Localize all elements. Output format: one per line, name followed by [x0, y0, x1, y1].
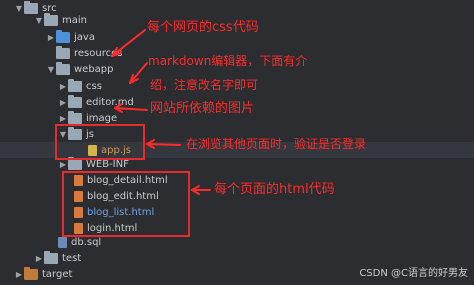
annotation-editor-line1: markdown编辑器，下面有介	[148, 54, 308, 68]
folder-icon	[56, 29, 70, 43]
folder-icon	[68, 78, 82, 92]
js-highlight-box	[55, 124, 145, 160]
folder-icon	[44, 250, 58, 264]
annotation-appjs: 在浏览其他页面时，验证是否登录	[186, 137, 367, 151]
html-files-highlight-box	[62, 171, 190, 237]
sql-file-icon	[58, 236, 67, 248]
folder-icon	[56, 61, 70, 75]
folder-icon	[44, 12, 58, 26]
annotation-html: 每个页面的html代码	[214, 182, 335, 197]
chevron-down-icon[interactable]: ▼	[34, 16, 44, 25]
folder-icon	[68, 156, 82, 170]
tree-label: editor.md	[86, 96, 134, 108]
tree-label: image	[86, 112, 118, 124]
chevron-right-icon[interactable]: ▶	[58, 82, 68, 91]
tree-label: target	[42, 268, 73, 280]
tree-label: css	[86, 80, 102, 92]
chevron-right-icon[interactable]: ▶	[58, 160, 68, 169]
chevron-right-icon[interactable]: ▶	[46, 33, 56, 42]
annotation-css: 每个网页的css代码	[147, 20, 259, 35]
tree-label: test	[62, 252, 82, 264]
chevron-down-icon[interactable]: ▼	[46, 65, 56, 74]
folder-icon	[24, 266, 38, 280]
tree-label: resources	[74, 47, 123, 59]
folder-icon	[68, 110, 82, 124]
watermark: CSDN @C语言的好男友	[359, 268, 468, 279]
tree-label: java	[74, 31, 95, 43]
tree-label: webapp	[74, 63, 114, 75]
tree-label: db.sql	[71, 236, 102, 248]
annotation-image: 网站所依赖的图片	[150, 101, 255, 116]
folder-icon	[56, 45, 70, 59]
tree-label: WEB-INF	[86, 158, 129, 170]
chevron-right-icon[interactable]: ▶	[58, 114, 68, 123]
folder-icon	[68, 94, 82, 108]
chevron-right-icon[interactable]: ▶	[58, 98, 68, 107]
chevron-right-icon[interactable]: ▶	[14, 270, 24, 279]
chevron-right-icon[interactable]: ▶	[34, 254, 44, 263]
tree-label: main	[62, 14, 87, 26]
annotation-editor-line2: 绍，注意改名字即可	[150, 78, 259, 92]
